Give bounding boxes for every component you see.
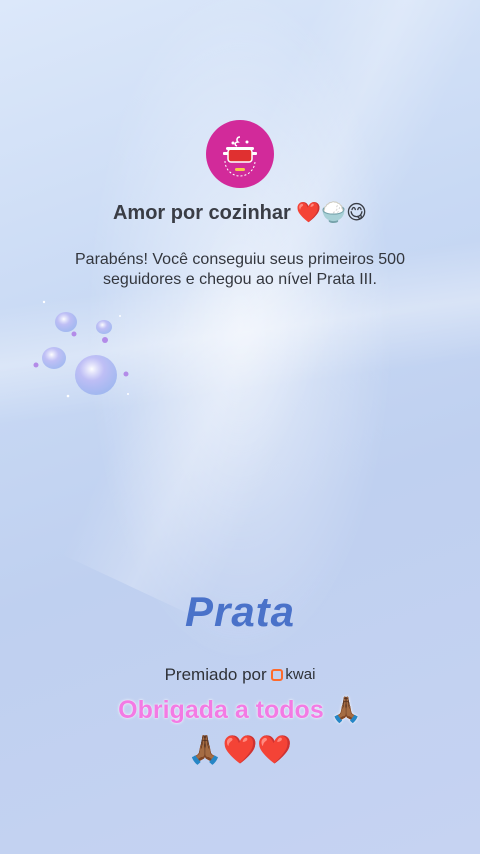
caption-line-2: 🙏🏾❤️❤️ bbox=[187, 734, 293, 765]
profile-name-text: Amor por cozinhar bbox=[112, 202, 291, 224]
level-badge-text: Prata bbox=[184, 588, 296, 635]
congrats-message: Parabéns! Você conseguiu seus primeiros … bbox=[75, 251, 405, 288]
caption-thanks-text: Obrigada a todos bbox=[118, 696, 324, 724]
profile-avatar bbox=[206, 120, 274, 188]
caption-line-1: Obrigada a todos 🙏🏾 bbox=[0, 696, 480, 725]
profile-name: Amor por cozinhar ❤️🍚😋 bbox=[0, 200, 480, 225]
kwai-logo-icon bbox=[271, 669, 284, 681]
kwai-brand-text: kwai bbox=[285, 665, 316, 683]
caption-pray-emoji: 🙏🏾 bbox=[330, 696, 362, 724]
bubbles-decoration bbox=[33, 300, 129, 398]
award-line: Premiado por kwai bbox=[0, 665, 480, 685]
profile-name-emojis: ❤️🍚😋 bbox=[296, 202, 367, 224]
award-prefix: Premiado por bbox=[164, 665, 267, 684]
kwai-brand: kwai bbox=[271, 666, 315, 683]
cooking-pot-logo bbox=[223, 136, 257, 177]
